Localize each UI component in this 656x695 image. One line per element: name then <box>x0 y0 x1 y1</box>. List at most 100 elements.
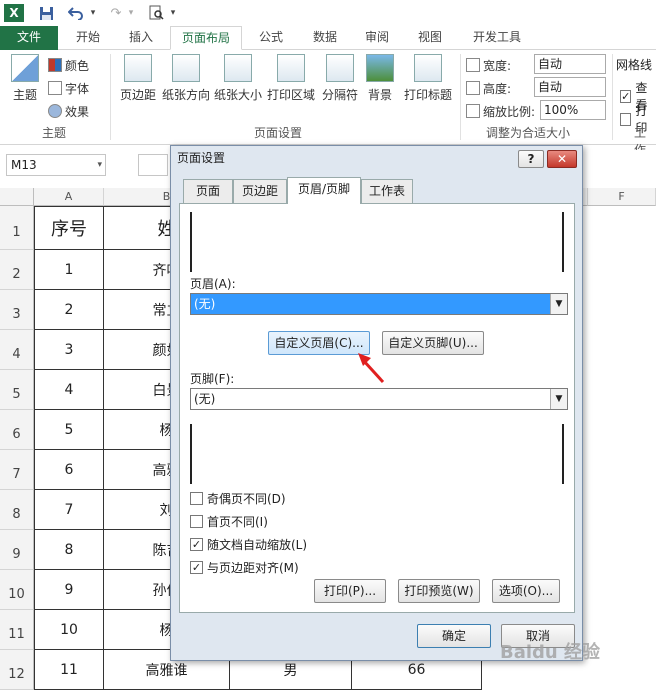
header-dropdown-icon[interactable]: ▼ <box>550 294 567 314</box>
options-button[interactable]: 选项(O)... <box>492 579 560 603</box>
row-header[interactable]: 5 <box>0 370 34 410</box>
width-text: 宽度: <box>483 58 512 73</box>
tab-review[interactable]: 审阅 <box>352 26 402 50</box>
formula-input-edge[interactable] <box>138 154 168 176</box>
redo-dropdown-icon[interactable]: ▾ <box>126 4 136 22</box>
option-checkbox[interactable]: ✓ 随文档自动缩放(L) <box>190 536 307 553</box>
tab-insert[interactable]: 插入 <box>116 26 166 50</box>
tab-header-footer[interactable]: 页眉/页脚 <box>287 177 361 204</box>
print-area-label: 打印区域 <box>266 88 315 102</box>
orientation-button[interactable]: 纸张方向 <box>160 54 212 103</box>
colors-icon <box>48 58 62 72</box>
ribbon-tabs: 文件 开始 插入 页面布局 公式 数据 审阅 视图 开发工具 <box>0 26 656 50</box>
ribbon-divider <box>612 54 613 140</box>
table-cell[interactable]: 11 <box>34 650 104 690</box>
option-checkbox[interactable]: 首页不同(I) <box>190 513 268 530</box>
themes-icon <box>11 54 39 82</box>
print-area-icon <box>277 54 305 82</box>
breaks-button[interactable]: 分隔符 <box>318 54 362 103</box>
height-text: 高度: <box>483 81 512 96</box>
tab-margins[interactable]: 页边距 <box>233 179 287 203</box>
watermark: Baidu 经验 <box>500 642 601 663</box>
row-header[interactable]: 12 <box>0 650 34 690</box>
table-cell[interactable]: 9 <box>34 570 104 610</box>
tab-view[interactable]: 视图 <box>404 26 456 50</box>
close-button[interactable]: ✕ <box>547 150 577 168</box>
tab-page-layout[interactable]: 页面布局 <box>170 26 242 50</box>
name-box-dropdown-icon[interactable]: ▾ <box>97 155 102 175</box>
table-cell[interactable]: 8 <box>34 530 104 570</box>
row-header[interactable]: 11 <box>0 610 34 650</box>
table-cell[interactable]: 序号 <box>34 206 104 250</box>
size-label: 纸张大小 <box>213 88 262 102</box>
table-cell[interactable]: 6 <box>34 450 104 490</box>
background-button[interactable]: 背景 <box>362 54 398 103</box>
customize-qat-icon[interactable]: ▾ <box>168 4 178 22</box>
custom-footer-button[interactable]: 自定义页脚(U)... <box>382 331 484 355</box>
page-setup-dialog: 页面设置 ? ✕ 页面 页边距 页眉/页脚 工作表 页眉(A): (无) ▼ 自定… <box>170 145 583 661</box>
ok-button[interactable]: 确定 <box>417 624 491 648</box>
tab-developer[interactable]: 开发工具 <box>462 26 532 50</box>
width-select[interactable]: 自动 <box>534 54 606 74</box>
colors-label: 颜色 <box>65 58 90 73</box>
table-cell[interactable]: 3 <box>34 330 104 370</box>
print-titles-button[interactable]: 打印标题 <box>400 54 456 103</box>
fonts-button[interactable]: 字体 <box>48 79 89 97</box>
header-select[interactable]: (无) ▼ <box>190 293 568 315</box>
print-preview-button[interactable]: 打印预览(W) <box>398 579 480 603</box>
footer-dropdown-icon[interactable]: ▼ <box>550 389 567 409</box>
tab-home[interactable]: 开始 <box>62 26 114 50</box>
column-header-f[interactable]: F <box>588 188 656 206</box>
table-cell[interactable]: 5 <box>34 410 104 450</box>
table-cell[interactable]: 1 <box>34 250 104 290</box>
size-button[interactable]: 纸张大小 <box>212 54 264 103</box>
row-header[interactable]: 3 <box>0 290 34 330</box>
breaks-icon <box>326 54 354 82</box>
undo-dropdown-icon[interactable]: ▾ <box>88 4 98 22</box>
table-cell[interactable]: 4 <box>34 370 104 410</box>
tab-data[interactable]: 数据 <box>300 26 350 50</box>
row-header[interactable]: 4 <box>0 330 34 370</box>
effects-button[interactable]: 效果 <box>48 102 89 120</box>
effects-label: 效果 <box>65 104 90 119</box>
print-button[interactable]: 打印(P)... <box>314 579 386 603</box>
row-header[interactable]: 7 <box>0 450 34 490</box>
page-setup-group-label: 页面设置 <box>254 126 303 140</box>
row-header[interactable]: 1 <box>0 206 34 250</box>
width-label: 宽度: <box>466 56 511 74</box>
row-header[interactable]: 9 <box>0 530 34 570</box>
footer-select[interactable]: (无) ▼ <box>190 388 568 410</box>
tab-file[interactable]: 文件 <box>0 26 58 50</box>
height-select[interactable]: 自动 <box>534 77 606 97</box>
row-header[interactable]: 6 <box>0 410 34 450</box>
themes-button[interactable]: 主题 <box>6 54 44 103</box>
tab-formulas[interactable]: 公式 <box>246 26 296 50</box>
undo-icon[interactable] <box>66 4 86 22</box>
scale-input[interactable]: 100% <box>540 100 606 120</box>
footer-preview <box>190 424 564 484</box>
checkbox-box: ✓ <box>190 538 203 551</box>
option-checkbox[interactable]: ✓ 与页边距对齐(M) <box>190 559 299 576</box>
option-checkbox[interactable]: 奇偶页不同(D) <box>190 490 286 507</box>
table-cell[interactable]: 7 <box>34 490 104 530</box>
table-cell[interactable]: 2 <box>34 290 104 330</box>
table-cell[interactable]: 10 <box>34 610 104 650</box>
colors-button[interactable]: 颜色 <box>48 56 89 74</box>
row-header[interactable]: 10 <box>0 570 34 610</box>
checkbox-label: 与页边距对齐(M) <box>207 561 299 575</box>
effects-icon <box>48 104 62 118</box>
tab-page[interactable]: 页面 <box>183 179 233 203</box>
help-button[interactable]: ? <box>518 150 544 168</box>
column-header-a[interactable]: A <box>34 188 104 206</box>
print-area-button[interactable]: 打印区域 <box>264 54 318 103</box>
save-icon[interactable] <box>36 4 56 22</box>
select-all-corner[interactable] <box>0 188 34 206</box>
tab-sheet[interactable]: 工作表 <box>361 179 413 203</box>
name-box[interactable]: M13 ▾ <box>6 154 106 176</box>
footer-label: 页脚(F): <box>190 372 235 386</box>
redo-icon[interactable]: ↷ <box>106 4 126 22</box>
print-preview-icon[interactable] <box>146 4 166 22</box>
row-header[interactable]: 8 <box>0 490 34 530</box>
row-header[interactable]: 2 <box>0 250 34 290</box>
margins-button[interactable]: 页边距 <box>116 54 160 103</box>
